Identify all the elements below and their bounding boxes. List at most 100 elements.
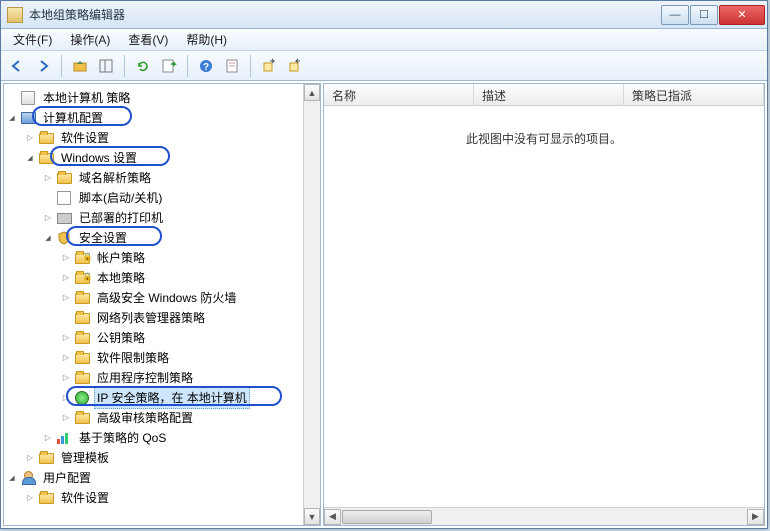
tree-scripts[interactable]: 脚本(启动/关机) <box>6 188 320 208</box>
menu-view[interactable]: 查看(V) <box>120 29 176 50</box>
help-icon: ? <box>198 58 214 74</box>
app-window: 本地组策略编辑器 — ☐ ✕ 文件(F) 操作(A) 查看(V) 帮助(H) ? <box>0 0 768 529</box>
tree-advanced-audit[interactable]: 高级审核策略配置 <box>6 408 320 428</box>
expander-icon[interactable] <box>42 232 54 244</box>
expander-icon[interactable] <box>24 152 36 164</box>
menu-file[interactable]: 文件(F) <box>5 29 60 50</box>
menu-action[interactable]: 操作(A) <box>62 29 118 50</box>
computer-icon <box>20 110 36 126</box>
titlebar[interactable]: 本地组策略编辑器 — ☐ ✕ <box>1 1 767 29</box>
tree-vertical-scrollbar[interactable]: ▲ ▼ <box>303 84 320 525</box>
expander-icon[interactable] <box>6 112 18 124</box>
tree-user-software-settings[interactable]: 软件设置 <box>6 488 320 508</box>
arrow-right-icon <box>35 58 51 74</box>
tree-deployed-printers[interactable]: 已部署的打印机 <box>6 208 320 228</box>
properties-button[interactable] <box>220 54 244 78</box>
tree-local-policies[interactable]: 本地策略 <box>6 268 320 288</box>
refresh-button[interactable] <box>131 54 155 78</box>
scroll-up-button[interactable]: ▲ <box>304 84 320 101</box>
tree-user-config[interactable]: 用户配置 <box>6 468 320 488</box>
back-button[interactable] <box>5 54 29 78</box>
tree-windows-settings[interactable]: Windows 设置 <box>6 148 320 168</box>
tree-security-settings[interactable]: 安全设置 <box>6 228 320 248</box>
folder-icon <box>38 490 54 506</box>
tree-label: 本地计算机 策略 <box>40 87 133 109</box>
column-name[interactable]: 名称 <box>324 84 474 105</box>
expander-icon[interactable] <box>60 332 72 344</box>
menu-help[interactable]: 帮助(H) <box>178 29 235 50</box>
expander-icon[interactable] <box>60 292 72 304</box>
expander-icon[interactable] <box>60 412 72 424</box>
tree-admin-templates[interactable]: 管理模板 <box>6 448 320 468</box>
tree-label: 计算机配置 <box>40 107 106 129</box>
scroll-track[interactable] <box>304 101 320 508</box>
tree-label: 帐户策略 <box>94 247 148 269</box>
export-button[interactable] <box>157 54 181 78</box>
tree-computer-config[interactable]: 计算机配置 <box>6 108 320 128</box>
tree: 本地计算机 策略 计算机配置 软件设置 Windows 设置 域名解析策略 脚本… <box>4 84 320 512</box>
document-icon <box>20 90 36 106</box>
expander-icon[interactable] <box>60 392 72 404</box>
tree-software-settings[interactable]: 软件设置 <box>6 128 320 148</box>
folder-icon <box>38 130 54 146</box>
tree-label: 软件限制策略 <box>94 347 172 369</box>
tree-ip-security[interactable]: IP 安全策略，在 本地计算机 <box>6 388 320 408</box>
folder-icon <box>38 450 54 466</box>
list-pane: 名称 描述 策略已指派 此视图中没有可显示的项目。 ◀ ▶ <box>323 83 765 526</box>
maximize-button[interactable]: ☐ <box>690 5 718 25</box>
tree-account-policies[interactable]: 帐户策略 <box>6 248 320 268</box>
script-icon <box>56 190 72 206</box>
tree-label: 网络列表管理器策略 <box>94 307 208 329</box>
list-horizontal-scrollbar[interactable]: ◀ ▶ <box>324 507 764 525</box>
forward-button[interactable] <box>31 54 55 78</box>
tree-network-list[interactable]: 网络列表管理器策略 <box>6 308 320 328</box>
export-icon <box>161 58 177 74</box>
expander-icon[interactable] <box>60 352 72 364</box>
tree-label: IP 安全策略，在 本地计算机 <box>94 387 250 409</box>
tree-name-resolution[interactable]: 域名解析策略 <box>6 168 320 188</box>
panels-icon <box>98 58 114 74</box>
minimize-button[interactable]: — <box>661 5 689 25</box>
scroll-down-button[interactable]: ▼ <box>304 508 320 525</box>
action1-button[interactable] <box>257 54 281 78</box>
tree-label: 软件设置 <box>58 127 112 149</box>
tree-policy-qos[interactable]: 基于策略的 QoS <box>6 428 320 448</box>
expander-icon[interactable] <box>24 132 36 144</box>
content-area: 本地计算机 策略 计算机配置 软件设置 Windows 设置 域名解析策略 脚本… <box>1 81 767 528</box>
scroll-left-button[interactable]: ◀ <box>324 509 341 525</box>
help-button[interactable]: ? <box>194 54 218 78</box>
expander-icon[interactable] <box>42 212 54 224</box>
toolbar: ? <box>1 51 767 81</box>
tree-software-restriction[interactable]: 软件限制策略 <box>6 348 320 368</box>
tree-label: 管理模板 <box>58 447 112 469</box>
expander-icon[interactable] <box>60 372 72 384</box>
refresh-icon <box>135 58 151 74</box>
tree-app-control[interactable]: 应用程序控制策略 <box>6 368 320 388</box>
printer-icon <box>56 210 72 226</box>
expander-icon[interactable] <box>60 272 72 284</box>
action2-button[interactable] <box>283 54 307 78</box>
list-header: 名称 描述 策略已指派 <box>324 84 764 106</box>
expander-icon[interactable] <box>24 452 36 464</box>
expander-icon[interactable] <box>42 172 54 184</box>
scroll-thumb[interactable] <box>342 510 432 524</box>
scroll-right-button[interactable]: ▶ <box>747 509 764 525</box>
expander-icon[interactable] <box>60 252 72 264</box>
column-assigned[interactable]: 策略已指派 <box>624 84 764 105</box>
expander-icon[interactable] <box>42 432 54 444</box>
arrow-left-icon <box>9 58 25 74</box>
tree-public-key[interactable]: 公钥策略 <box>6 328 320 348</box>
tree-pane: 本地计算机 策略 计算机配置 软件设置 Windows 设置 域名解析策略 脚本… <box>3 83 321 526</box>
expander-icon[interactable] <box>6 472 18 484</box>
toolbar-separator <box>187 55 188 77</box>
column-description[interactable]: 描述 <box>474 84 624 105</box>
tree-label: 已部署的打印机 <box>76 207 166 229</box>
assign-icon <box>261 58 277 74</box>
svg-text:?: ? <box>203 62 209 73</box>
close-button[interactable]: ✕ <box>719 5 765 25</box>
tree-advanced-firewall[interactable]: 高级安全 Windows 防火墙 <box>6 288 320 308</box>
show-hide-tree-button[interactable] <box>94 54 118 78</box>
expander-icon[interactable] <box>24 492 36 504</box>
tree-root[interactable]: 本地计算机 策略 <box>6 88 320 108</box>
up-button[interactable] <box>68 54 92 78</box>
